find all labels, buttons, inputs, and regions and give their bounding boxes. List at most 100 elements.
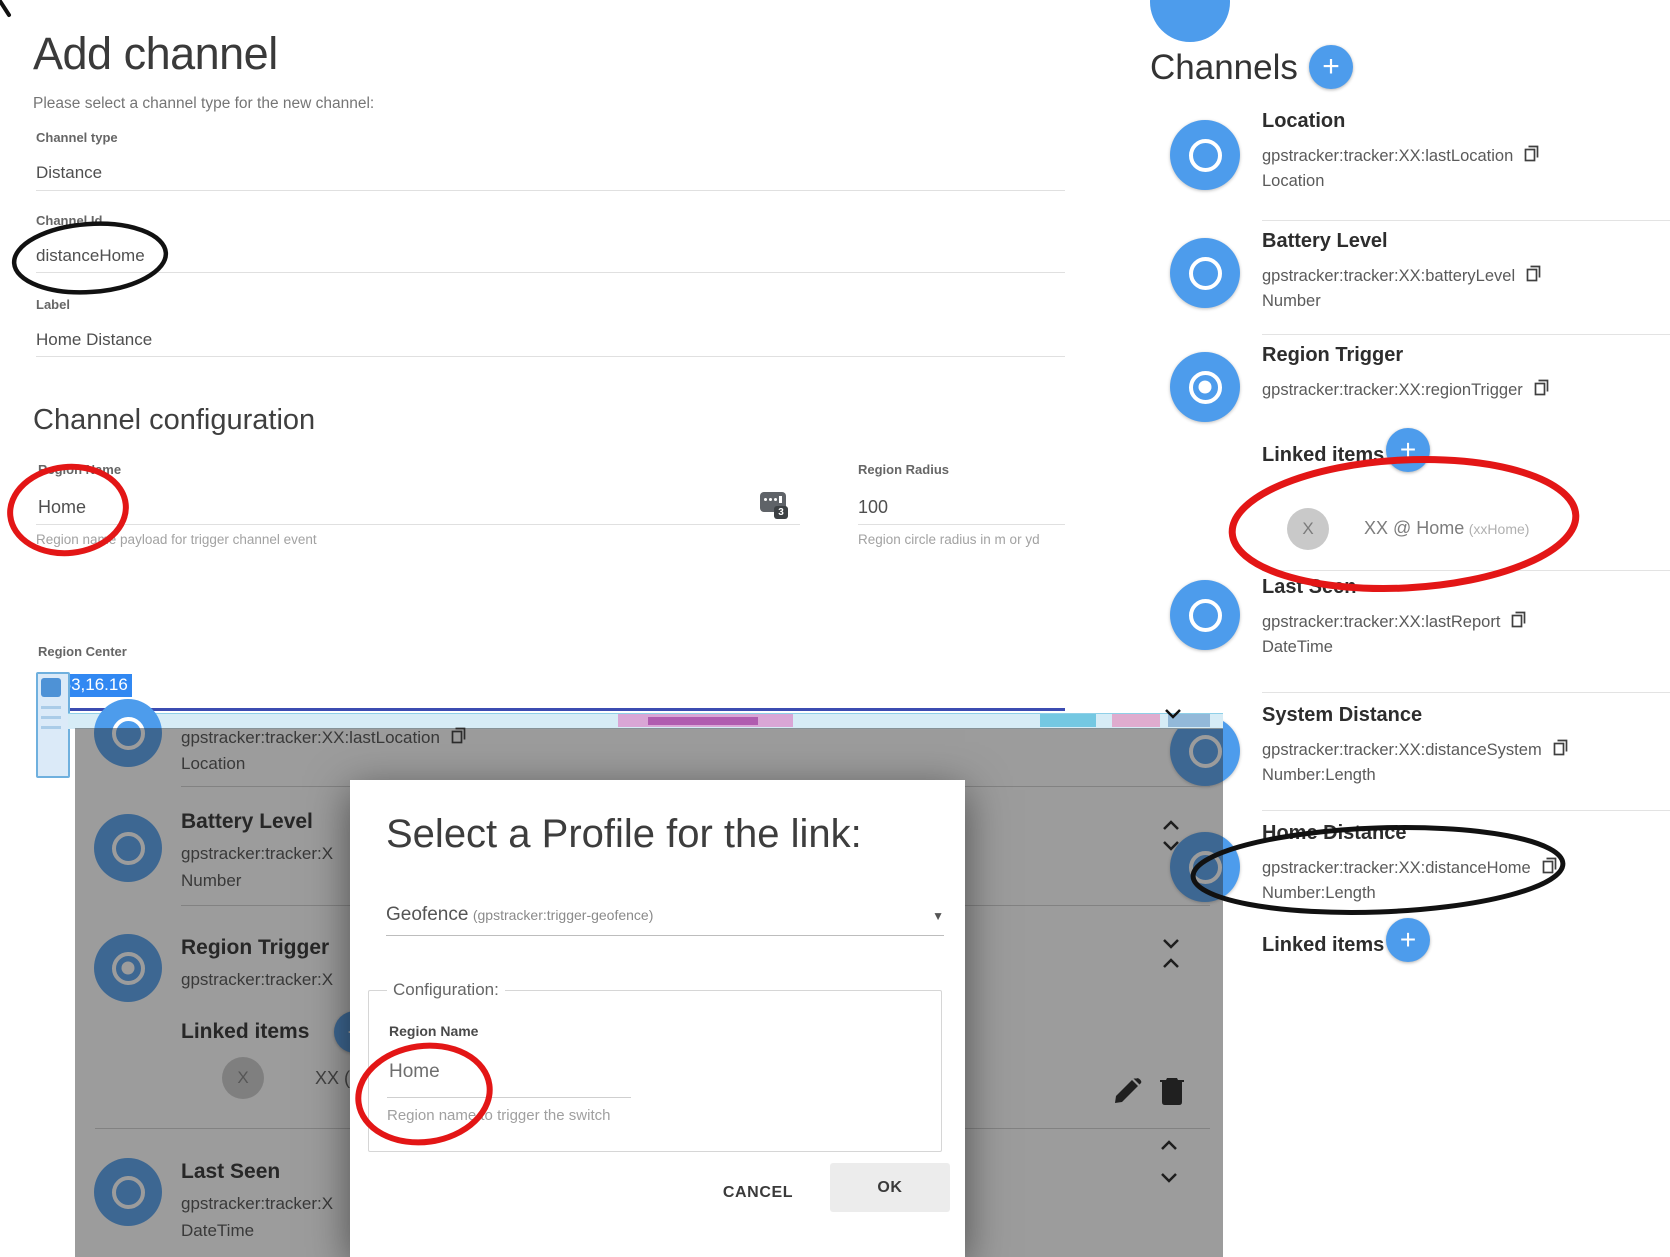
annotation-corner-mark <box>0 0 9 15</box>
page-title: Add channel <box>33 28 278 80</box>
profile-dialog: Select a Profile for the link: Geofence … <box>350 780 965 1257</box>
plus-icon: + <box>1322 50 1340 84</box>
channel-type-value[interactable]: Distance <box>36 163 102 183</box>
configuration-fieldset: Configuration: Region Name Home Region n… <box>368 990 942 1152</box>
config-heading: Channel configuration <box>33 404 315 437</box>
channel-type: Number <box>1262 292 1321 311</box>
channel-uri-row: gpstracker:tracker:XX:lastLocation <box>1262 145 1540 167</box>
channel-uri-row: gpstracker:tracker:XX:lastReport <box>1262 611 1527 633</box>
channel-uri: gpstracker:tracker:XX:regionTrigger <box>1262 381 1523 400</box>
channel-uri: gpstracker:tracker:XX:distanceSystem <box>1262 741 1542 760</box>
copy-icon[interactable] <box>1533 379 1550 401</box>
modal-region-name-label: Region Name <box>389 1023 478 1039</box>
channel-avatar-location[interactable] <box>1170 120 1240 190</box>
divider <box>1262 220 1670 221</box>
region-name-helper: Region name payload for trigger channel … <box>36 532 317 547</box>
channel-title: Region Trigger <box>1262 344 1403 367</box>
ok-label: OK <box>877 1179 902 1197</box>
dialog-title: Select a Profile for the link: <box>386 812 862 857</box>
map-thumbnail-fragment <box>36 672 70 778</box>
ok-button[interactable]: OK <box>830 1163 950 1212</box>
channel-type-underline <box>36 190 1065 191</box>
region-name-label: Region Name <box>38 462 121 477</box>
region-radius-underline <box>858 524 1065 525</box>
copy-icon[interactable] <box>1523 145 1540 167</box>
channel-uri: gpstracker:tracker:XX:batteryLevel <box>1262 267 1515 286</box>
linked-item-name: XX @ Home <box>1364 518 1464 538</box>
add-channel-button[interactable]: + <box>1309 45 1353 89</box>
linked-items-heading: Linked items <box>1262 934 1384 957</box>
channel-id-input[interactable]: distanceHome <box>36 246 145 266</box>
divider <box>1262 570 1670 571</box>
circle-icon <box>1189 599 1222 632</box>
circle-icon <box>1189 139 1222 172</box>
channel-avatar-battery[interactable] <box>1170 238 1240 308</box>
channel-uri-row: gpstracker:tracker:XX:batteryLevel <box>1262 265 1542 287</box>
radio-selected-icon <box>1189 371 1222 404</box>
channel-uri-row: gpstracker:tracker:XX:distanceSystem <box>1262 739 1569 761</box>
channel-uri: gpstracker:tracker:XX:lastReport <box>1262 613 1500 632</box>
circle-icon <box>1189 257 1222 290</box>
linked-item-avatar[interactable]: X <box>1287 508 1329 550</box>
region-radius-label: Region Radius <box>858 462 949 477</box>
modal-region-name-helper: Region name to trigger the switch <box>387 1107 610 1124</box>
channel-title: Last Seen <box>1262 576 1356 599</box>
channel-id-label: Channel Id <box>36 213 102 228</box>
region-radius-helper: Region circle radius in m or yd <box>858 532 1040 547</box>
modal-region-name-underline <box>387 1097 631 1098</box>
chevron-down-icon: ▼ <box>932 909 944 923</box>
divider <box>1262 810 1670 811</box>
channel-uri: gpstracker:tracker:XX:lastLocation <box>1262 147 1513 166</box>
channels-heading: Channels <box>1150 48 1298 88</box>
channel-title: System Distance <box>1262 704 1422 727</box>
region-center-focus-underline <box>36 708 1065 711</box>
linked-item-row[interactable]: XX @ Home (xxHome) <box>1364 518 1529 539</box>
copy-icon[interactable] <box>1552 739 1569 761</box>
linked-item-suffix: (xxHome) <box>1469 521 1530 537</box>
channel-type: DateTime <box>1262 638 1333 657</box>
region-radius-input[interactable]: 100 <box>858 497 888 518</box>
add-linked-item-button[interactable]: + <box>1386 428 1430 472</box>
channel-type-label: Channel type <box>36 130 118 145</box>
label-field-input[interactable]: Home Distance <box>36 330 152 350</box>
region-center-label: Region Center <box>38 644 127 659</box>
highlight-fragment <box>1040 714 1096 727</box>
plus-icon: + <box>1400 434 1416 466</box>
add-linked-item-button[interactable]: + <box>1386 918 1430 962</box>
highlight-fragment <box>648 717 758 725</box>
highlight-fragment <box>1168 714 1210 727</box>
channel-uri: gpstracker:tracker:XX:distanceHome <box>1262 859 1531 878</box>
profile-select[interactable]: Geofence (gpstracker:trigger-geofence) ▼ <box>386 904 944 936</box>
highlight-fragment <box>1112 714 1160 727</box>
plus-icon: + <box>1400 924 1416 956</box>
channel-uri-row: gpstracker:tracker:XX:regionTrigger <box>1262 379 1550 401</box>
copy-icon[interactable] <box>1525 265 1542 287</box>
linked-items-heading: Linked items <box>1262 444 1384 467</box>
channel-title: Location <box>1262 110 1345 133</box>
channel-avatar-last-seen[interactable] <box>1170 580 1240 650</box>
partial-circle-decoration <box>1150 0 1230 42</box>
channel-title: Battery Level <box>1262 230 1388 253</box>
cancel-label: CANCEL <box>723 1184 793 1202</box>
region-name-input[interactable]: Home <box>38 497 86 518</box>
divider <box>1262 692 1670 693</box>
channel-type: Number:Length <box>1262 766 1376 785</box>
extension-badge: 3 <box>774 506 788 519</box>
copy-icon[interactable] <box>1510 611 1527 633</box>
label-field-label: Label <box>36 297 70 312</box>
avatar-letter: X <box>1302 519 1313 539</box>
label-field-underline <box>36 356 1065 357</box>
form-filler-extension-icon[interactable]: 3 <box>760 492 790 520</box>
channel-id-underline <box>36 272 1065 273</box>
profile-select-value: Geofence <box>386 904 468 925</box>
copy-icon[interactable] <box>1541 857 1558 879</box>
channel-type: Number:Length <box>1262 884 1376 903</box>
channel-avatar-region-trigger[interactable] <box>1170 352 1240 422</box>
modal-region-name-input[interactable]: Home <box>389 1061 440 1083</box>
page-subtitle: Please select a channel type for the new… <box>33 95 374 113</box>
fieldset-legend: Configuration: <box>387 980 505 1000</box>
channel-uri-row: gpstracker:tracker:XX:distanceHome <box>1262 857 1558 879</box>
profile-select-id: (gpstracker:trigger-geofence) <box>473 907 654 923</box>
channel-title: Home Distance <box>1262 822 1407 845</box>
cancel-button[interactable]: CANCEL <box>700 1178 816 1208</box>
